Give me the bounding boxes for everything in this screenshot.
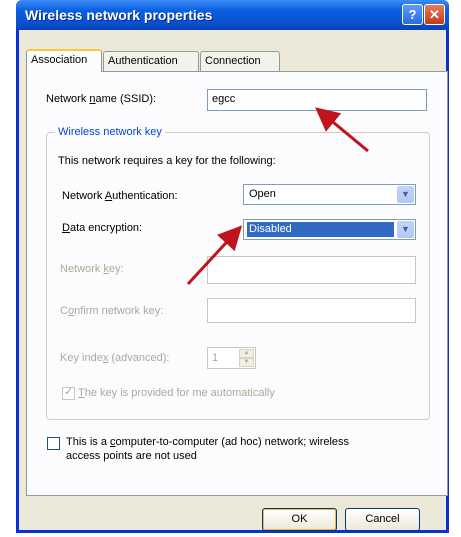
title-bar[interactable]: Wireless network properties ? ✕: [16, 0, 449, 30]
ok-button[interactable]: OK: [262, 508, 337, 531]
spin-up-icon[interactable]: ▲: [239, 349, 254, 358]
adhoc-label-line1: This is a computer-to-computer (ad hoc) …: [66, 436, 350, 448]
auth-value: Open: [249, 188, 276, 200]
auth-label: Network Authentication:: [62, 190, 178, 202]
key-index-label: Key index (advanced):: [60, 352, 170, 364]
key-index-value: 1: [212, 352, 219, 364]
encryption-label: Data encryption:: [62, 222, 143, 234]
ssid-input[interactable]: egcc: [207, 89, 427, 111]
spin-down-icon[interactable]: ▼: [239, 358, 254, 367]
group-title: Wireless network key: [55, 126, 165, 138]
adhoc-checkbox[interactable]: [47, 437, 60, 450]
key-intro-text: This network requires a key for the foll…: [58, 155, 276, 167]
auto-key-checkbox[interactable]: ✓: [62, 386, 75, 400]
confirm-key-label: Confirm network key:: [60, 305, 164, 317]
window-title: Wireless network properties: [25, 7, 213, 23]
encryption-value: Disabled: [247, 222, 394, 237]
chevron-down-icon[interactable]: ▼: [397, 186, 414, 203]
checkmark-icon: ✓: [64, 386, 74, 398]
key-index-spinner[interactable]: 1 ▲ ▼: [207, 347, 256, 369]
chevron-down-icon[interactable]: ▼: [397, 221, 414, 238]
tab-connection[interactable]: Connection: [200, 51, 280, 71]
help-button[interactable]: ?: [402, 4, 423, 25]
auto-key-label: The key is provided for me automatically: [78, 387, 275, 399]
adhoc-label-line2: access points are not used: [66, 450, 197, 462]
tab-authentication[interactable]: Authentication: [103, 51, 199, 71]
encryption-select[interactable]: Disabled ▼: [243, 219, 416, 240]
ssid-label: Network name (SSID):: [46, 93, 157, 105]
tab-association[interactable]: Association: [26, 49, 102, 72]
cancel-button[interactable]: Cancel: [345, 508, 420, 531]
auth-select[interactable]: Open ▼: [243, 184, 416, 205]
network-key-input[interactable]: [207, 256, 416, 284]
network-key-label: Network key:: [60, 263, 124, 275]
close-button[interactable]: ✕: [424, 4, 445, 25]
confirm-key-input[interactable]: [207, 298, 416, 323]
